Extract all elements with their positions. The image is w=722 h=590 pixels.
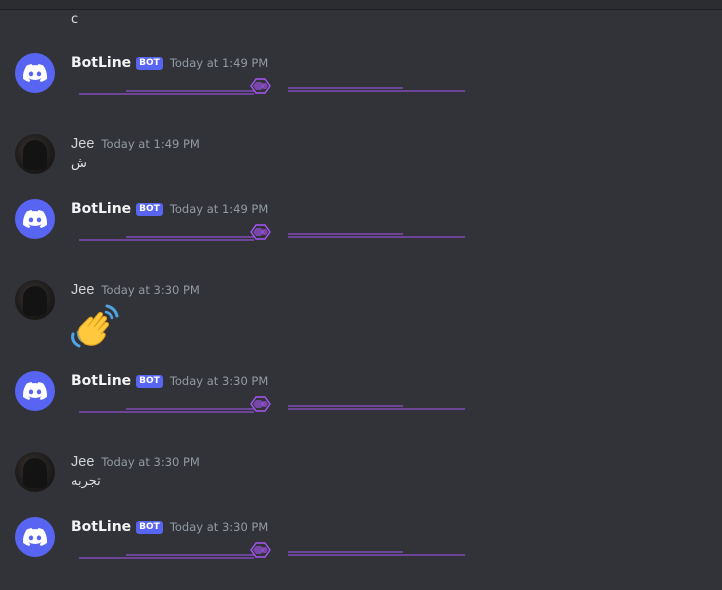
- message-header: Jee Today at 3:30 PM: [71, 280, 200, 300]
- message-header: BotLine BOT Today at 3:30 PM: [71, 517, 268, 537]
- bot-badge: BOT: [136, 374, 163, 388]
- timestamp[interactable]: Today at 1:49 PM: [170, 202, 268, 216]
- message-header: BotLine BOT Today at 1:49 PM: [71, 199, 268, 219]
- username[interactable]: BotLine: [71, 55, 131, 71]
- hexagon-ornament-icon: [79, 542, 465, 559]
- timestamp[interactable]: Today at 3:30 PM: [170, 520, 268, 534]
- avatar[interactable]: [15, 53, 55, 93]
- bot-badge: BOT: [136, 56, 163, 70]
- bot-badge: BOT: [136, 202, 163, 216]
- message-content: ش: [71, 156, 87, 171]
- hexagon-ornament-icon: [79, 396, 465, 413]
- avatar[interactable]: [15, 280, 55, 320]
- avatar[interactable]: [15, 452, 55, 492]
- discord-logo-icon: [23, 382, 47, 400]
- username[interactable]: BotLine: [71, 201, 131, 217]
- username[interactable]: Jee: [71, 136, 94, 152]
- message-header: Jee Today at 3:30 PM: [71, 452, 200, 472]
- message-header: BotLine BOT Today at 1:49 PM: [71, 53, 268, 73]
- username[interactable]: BotLine: [71, 373, 131, 389]
- waving-hand-emoji: [71, 304, 119, 348]
- avatar[interactable]: [15, 134, 55, 174]
- timestamp[interactable]: Today at 3:30 PM: [170, 374, 268, 388]
- username[interactable]: BotLine: [71, 519, 131, 535]
- previous-message-text: c: [71, 12, 79, 27]
- discord-logo-icon: [23, 64, 47, 82]
- hexagon-ornament-icon: [79, 78, 465, 95]
- avatar[interactable]: [15, 517, 55, 557]
- timestamp[interactable]: Today at 1:49 PM: [101, 137, 199, 151]
- bot-badge: BOT: [136, 520, 163, 534]
- message-header: BotLine BOT Today at 3:30 PM: [71, 371, 268, 391]
- timestamp[interactable]: Today at 3:30 PM: [101, 283, 199, 297]
- username[interactable]: Jee: [71, 282, 94, 298]
- username[interactable]: Jee: [71, 454, 94, 470]
- top-bar: [0, 0, 722, 10]
- message-header: Jee Today at 1:49 PM: [71, 134, 200, 154]
- avatar[interactable]: [15, 199, 55, 239]
- message-content: تجربه: [71, 474, 101, 489]
- discord-logo-icon: [23, 528, 47, 546]
- discord-logo-icon: [23, 210, 47, 228]
- hexagon-ornament-icon: [79, 224, 465, 241]
- avatar[interactable]: [15, 371, 55, 411]
- timestamp[interactable]: Today at 3:30 PM: [101, 455, 199, 469]
- timestamp[interactable]: Today at 1:49 PM: [170, 56, 268, 70]
